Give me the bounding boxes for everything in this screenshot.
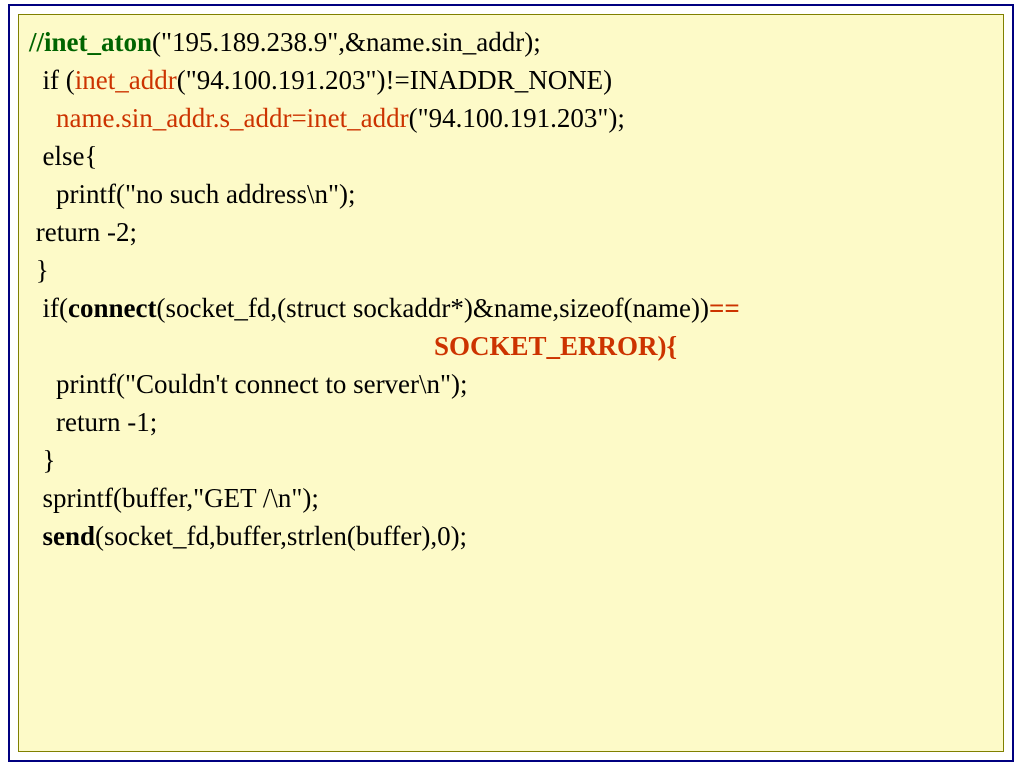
token-plain bbox=[29, 103, 56, 133]
token-plain: ("94.100.191.203")!=INADDR_NONE) bbox=[177, 65, 612, 95]
token-plain: ("94.100.191.203"); bbox=[409, 103, 625, 133]
token-plain: (socket_fd,(struct sockaddr*)&name,sizeo… bbox=[156, 293, 709, 323]
slide-frame: //inet_aton("195.189.238.9",&name.sin_ad… bbox=[8, 4, 1014, 762]
code-line-14: sprintf(buffer,"GET /\n"); bbox=[29, 479, 993, 517]
token-expr: name.sin_addr.s_addr=inet_addr bbox=[56, 103, 409, 133]
code-box: //inet_aton("195.189.238.9",&name.sin_ad… bbox=[18, 14, 1004, 752]
token-fn: inet_addr bbox=[75, 65, 177, 95]
code-line-5: printf("no such address\n"); bbox=[29, 175, 993, 213]
token-plain: ("195.189.238.9",&name.sin_addr); bbox=[152, 27, 541, 57]
token-fn-bold: connect bbox=[68, 293, 156, 323]
token-plain: (socket_fd,buffer,strlen(buffer),0); bbox=[95, 521, 467, 551]
code-line-16: send(socket_fd,buffer,strlen(buffer),0); bbox=[29, 517, 993, 555]
code-line-6: return -2; bbox=[29, 213, 993, 251]
code-line-11: printf("Couldn't connect to server\n"); bbox=[29, 365, 993, 403]
token-plain: if( bbox=[29, 293, 68, 323]
code-line-7: } bbox=[29, 251, 993, 289]
code-line-1: //inet_aton("195.189.238.9",&name.sin_ad… bbox=[29, 23, 993, 61]
token-const: SOCKET_ERROR){ bbox=[29, 331, 677, 361]
code-line-10: SOCKET_ERROR){ bbox=[29, 327, 993, 365]
code-line-13: } bbox=[29, 441, 993, 479]
code-line-12: return -1; bbox=[29, 403, 993, 441]
token-plain bbox=[29, 521, 43, 551]
token-plain: if ( bbox=[29, 65, 75, 95]
code-line-9: if(connect(socket_fd,(struct sockaddr*)&… bbox=[29, 289, 993, 327]
token-comment: //inet_aton bbox=[29, 27, 152, 57]
token-op: == bbox=[709, 293, 740, 323]
code-line-2: if (inet_addr("94.100.191.203")!=INADDR_… bbox=[29, 61, 993, 99]
token-fn-bold: send bbox=[43, 521, 96, 551]
code-line-3: name.sin_addr.s_addr=inet_addr("94.100.1… bbox=[29, 99, 993, 137]
code-line-4: else{ bbox=[29, 137, 993, 175]
